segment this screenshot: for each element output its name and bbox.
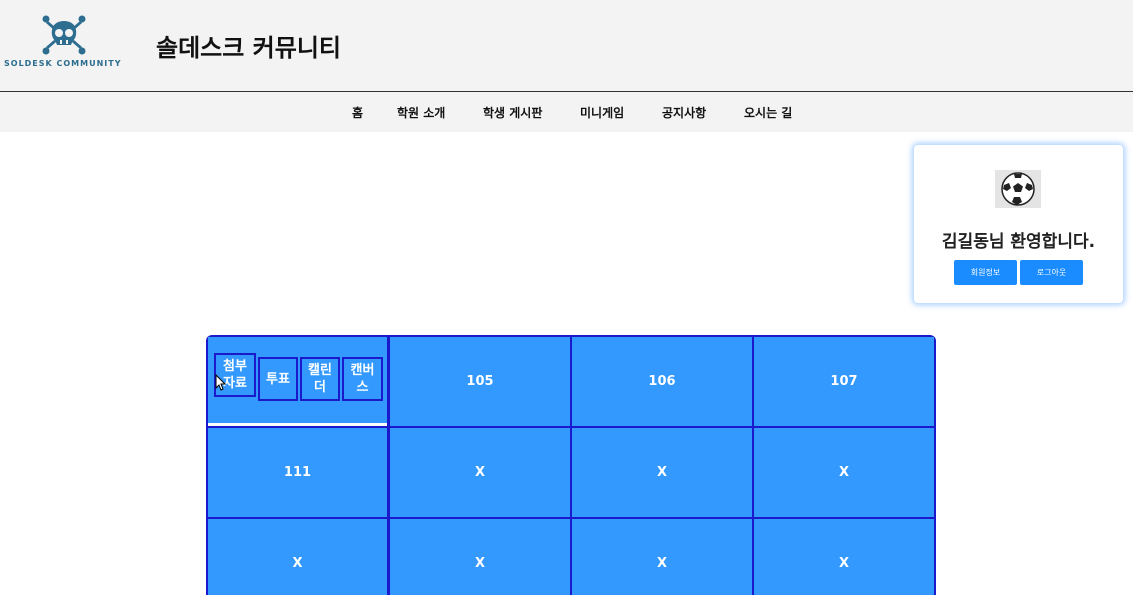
grid-cell[interactable]: X (390, 428, 570, 517)
canvas-button[interactable]: 캔버 스 (342, 357, 383, 401)
calendar-label: 캘린 더 (308, 363, 332, 395)
logout-button[interactable]: 로그아웃 (1020, 260, 1083, 285)
grid-cell[interactable]: 111 (208, 428, 387, 517)
grid-cell-menu: 첨부 자료 투표 캘린 더 캔버 스 (208, 337, 387, 426)
main-nav: 홈 학원 소개 학생 게시판 미니게임 공지사항 오시는 길 (0, 92, 1133, 132)
nav-item-board[interactable]: 학생 게시판 (483, 104, 542, 121)
grid-cell[interactable]: X (754, 519, 934, 595)
board-grid: 첨부 자료 투표 캘린 더 캔버 스 105 106 107 111 X X X… (206, 335, 936, 595)
logo-text: SOLDESK COMMUNITY (4, 59, 122, 68)
canvas-label: 캔버 스 (350, 363, 375, 395)
profile-button[interactable]: 회원정보 (954, 260, 1017, 285)
nav-item-minigame[interactable]: 미니게임 (580, 104, 624, 121)
avatar (995, 170, 1041, 208)
welcome-card: 김길동님 환영합니다. 회원정보 로그아웃 (914, 145, 1123, 303)
grid-cell[interactable]: X (754, 428, 934, 517)
grid-cell[interactable]: X (572, 428, 752, 517)
nav-item-home[interactable]: 홈 (352, 104, 363, 121)
site-logo[interactable]: SOLDESK COMMUNITY (2, 12, 126, 72)
calendar-button[interactable]: 캘린 더 (300, 357, 340, 401)
vote-button[interactable]: 투표 (258, 357, 298, 401)
site-title[interactable]: 솔데스크 커뮤니티 (156, 28, 341, 63)
mouse-cursor-icon (215, 374, 227, 391)
grid-cell[interactable]: X (208, 519, 387, 595)
welcome-message: 김길동님 환영합니다. (941, 232, 1096, 252)
site-header: SOLDESK COMMUNITY 솔데스크 커뮤니티 (0, 0, 1133, 92)
soccer-ball-icon (1001, 172, 1035, 206)
skull-logo-icon (42, 15, 86, 55)
nav-item-notice[interactable]: 공지사항 (662, 104, 706, 121)
grid-cell[interactable]: X (572, 519, 752, 595)
nav-item-directions[interactable]: 오시는 길 (744, 104, 792, 121)
active-underline (208, 423, 387, 426)
grid-cell[interactable]: 106 (572, 337, 752, 426)
nav-item-about[interactable]: 학원 소개 (397, 104, 445, 121)
grid-cell[interactable]: X (390, 519, 570, 595)
grid-cell[interactable]: 107 (754, 337, 934, 426)
vote-label: 투표 (266, 371, 290, 387)
grid-cell[interactable]: 105 (390, 337, 570, 426)
